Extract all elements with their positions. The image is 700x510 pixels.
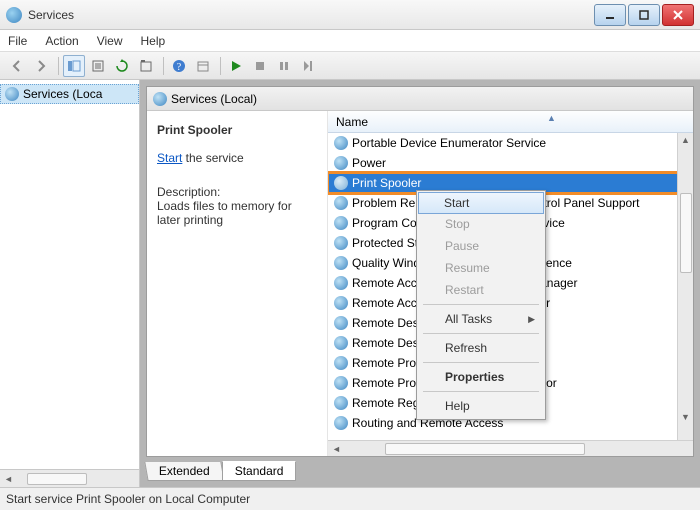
start-line: Start the service (157, 151, 317, 165)
view-tabs: Extended Standard (146, 459, 694, 481)
scroll-thumb[interactable] (27, 473, 87, 485)
tree-item-services[interactable]: Services (Loca (0, 84, 139, 104)
separator (423, 362, 539, 363)
left-hscroll[interactable]: ◄ (0, 469, 139, 487)
maximize-button[interactable] (628, 4, 660, 26)
description-text: Loads files to memory for later printing (157, 199, 317, 227)
service-icon (334, 336, 348, 350)
detail-panel: Print Spooler Start the service Descript… (147, 111, 327, 456)
cm-start[interactable]: Start (418, 192, 544, 214)
selected-service-name: Print Spooler (157, 123, 317, 137)
cm-properties[interactable]: Properties (419, 366, 543, 388)
help-button[interactable]: ? (168, 55, 190, 77)
service-icon (334, 136, 348, 150)
separator (423, 304, 539, 305)
service-icon (334, 376, 348, 390)
tree-item-label: Services (Loca (23, 87, 102, 101)
services-icon (153, 92, 167, 106)
service-icon (334, 296, 348, 310)
sort-asc-icon: ▲ (547, 113, 556, 123)
nav-tree[interactable]: Services (Loca (0, 80, 139, 469)
service-icon (334, 236, 348, 250)
stop-service-button[interactable] (249, 55, 271, 77)
column-header-name[interactable]: Name ▲ (328, 111, 693, 133)
close-button[interactable] (662, 4, 694, 26)
menu-help[interactable]: Help (141, 34, 166, 48)
svg-text:?: ? (177, 62, 182, 73)
submenu-arrow-icon: ▶ (528, 314, 535, 325)
service-icon (334, 256, 348, 270)
back-button[interactable] (6, 55, 28, 77)
service-icon (334, 356, 348, 370)
horizontal-scrollbar[interactable]: ◄ (328, 440, 693, 456)
list-item[interactable]: Power (328, 153, 693, 173)
start-service-button[interactable] (225, 55, 247, 77)
scroll-up-icon[interactable]: ▲ (681, 135, 690, 145)
services-icon (6, 7, 22, 23)
start-link[interactable]: Start (157, 151, 182, 165)
cm-stop[interactable]: Stop (419, 213, 543, 235)
context-menu: Start Stop Pause Resume Restart All Task… (416, 190, 546, 420)
cm-pause[interactable]: Pause (419, 235, 543, 257)
service-icon (334, 216, 348, 230)
calendar-button[interactable] (192, 55, 214, 77)
left-pane: Services (Loca ◄ (0, 80, 140, 487)
scroll-thumb[interactable] (385, 443, 585, 455)
window-title: Services (28, 8, 74, 22)
service-icon (334, 276, 348, 290)
separator (423, 333, 539, 334)
vertical-scrollbar[interactable]: ▲ ▼ (677, 133, 693, 440)
separator (423, 391, 539, 392)
service-icon (334, 196, 348, 210)
pane-title: Services (Local) (171, 92, 257, 106)
scroll-thumb[interactable] (680, 193, 692, 273)
properties-button[interactable] (135, 55, 157, 77)
menu-file[interactable]: File (8, 34, 27, 48)
menu-action[interactable]: Action (45, 34, 78, 48)
cm-help[interactable]: Help (419, 395, 543, 417)
pane-header: Services (Local) (147, 87, 693, 111)
show-hide-tree-button[interactable] (63, 55, 85, 77)
toolbar: ? (0, 52, 700, 80)
cm-refresh[interactable]: Refresh (419, 337, 543, 359)
menubar: File Action View Help (0, 30, 700, 52)
tab-extended[interactable]: Extended (144, 462, 224, 481)
service-icon (334, 316, 348, 330)
menu-view[interactable]: View (97, 34, 123, 48)
tab-standard[interactable]: Standard (222, 461, 297, 481)
scroll-down-icon[interactable]: ▼ (681, 412, 690, 422)
export-list-button[interactable] (87, 55, 109, 77)
forward-button[interactable] (30, 55, 52, 77)
list-item[interactable]: Portable Device Enumerator Service (328, 133, 693, 153)
service-icon (334, 396, 348, 410)
restart-service-button[interactable] (297, 55, 319, 77)
titlebar: Services (0, 0, 700, 30)
cm-resume[interactable]: Resume (419, 257, 543, 279)
refresh-button[interactable] (111, 55, 133, 77)
service-icon (334, 156, 348, 170)
statusbar: Start service Print Spooler on Local Com… (0, 488, 700, 510)
cm-all-tasks[interactable]: All Tasks▶ (419, 308, 543, 330)
service-icon (334, 176, 348, 190)
minimize-button[interactable] (594, 4, 626, 26)
description-heading: Description: (157, 185, 317, 199)
services-icon (5, 87, 19, 101)
status-text: Start service Print Spooler on Local Com… (6, 492, 250, 506)
pause-service-button[interactable] (273, 55, 295, 77)
service-icon (334, 416, 348, 430)
cm-restart[interactable]: Restart (419, 279, 543, 301)
